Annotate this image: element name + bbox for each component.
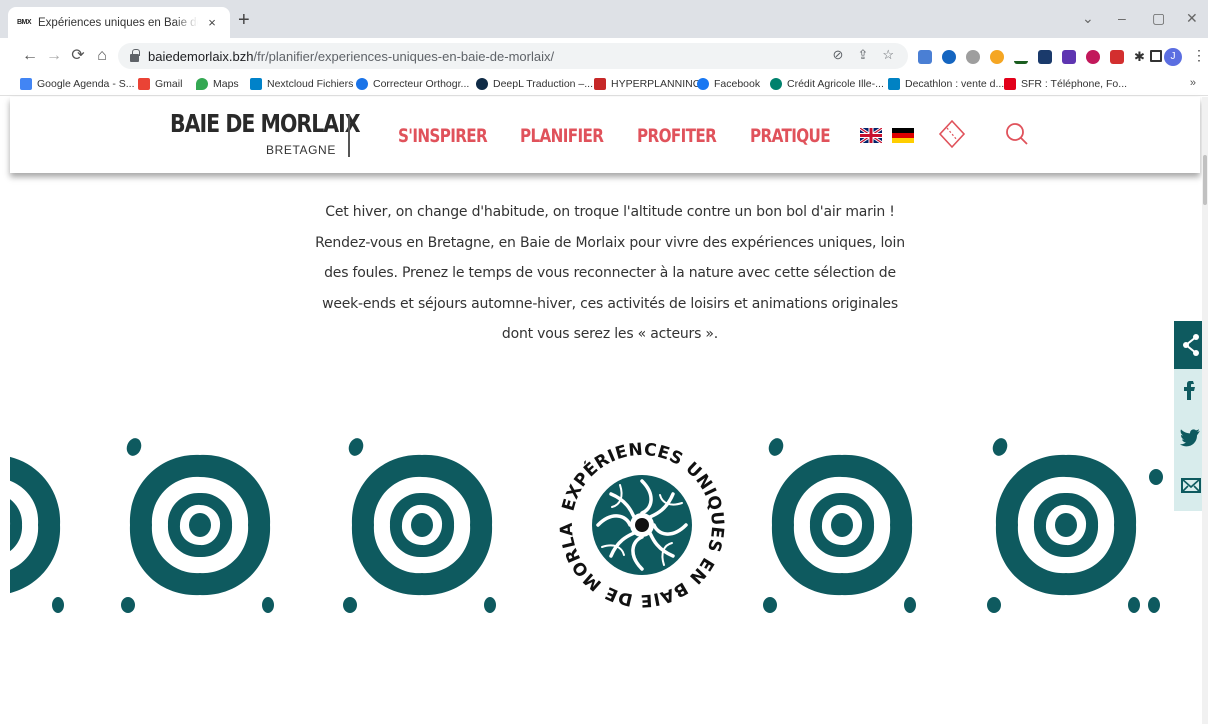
uk-flag-icon[interactable] (860, 128, 882, 143)
gmail-icon (138, 78, 150, 90)
intro-paragraph: Cet hiver, on change d'habitude, on troq… (300, 197, 920, 350)
scrollbar-thumb[interactable] (1203, 155, 1207, 205)
maximize-button[interactable]: ▢ (1152, 10, 1165, 27)
german-flag-icon[interactable] (892, 128, 914, 143)
bookmark-star-icon[interactable]: ☆ (882, 47, 894, 63)
new-tab-button[interactable]: + (238, 10, 250, 30)
intro-line: des foules. Prenez le temps de vous reco… (324, 265, 896, 281)
menu-icon[interactable]: ⋮ (1192, 47, 1206, 64)
signal-extension-icon[interactable] (1014, 50, 1028, 64)
bookmark-item[interactable]: HYPERPLANNING (594, 78, 701, 90)
nav-planifier[interactable]: PLANIFIER (520, 125, 604, 147)
bookmark-item[interactable]: DeepL Traduction –... (476, 78, 593, 90)
experiences-uniques-badge: EXPÉRIENCES UNIQUES EN BAIE DE MORLAIX (557, 440, 727, 611)
search-icon[interactable] (1004, 119, 1030, 154)
bookmark-item[interactable]: Facebook (697, 78, 760, 90)
reload-button[interactable]: ⟳ (68, 47, 88, 65)
back-button[interactable]: ← (20, 47, 40, 65)
bookmark-item[interactable]: SFR : Téléphone, Fo... (1004, 78, 1127, 90)
correcteur-icon (356, 78, 368, 90)
calendar-icon (20, 78, 32, 90)
nav-profiter[interactable]: PROFITER (637, 125, 717, 147)
minimize-button[interactable]: – (1118, 10, 1126, 26)
site-header: BAIE DE MORLAIX BRETAGNE S'INSPIRER PLAN… (10, 97, 1200, 173)
hyperplanning-icon (594, 78, 606, 90)
nextcloud-icon (250, 78, 262, 90)
bookmark-item[interactable]: Maps (196, 78, 239, 90)
facebook-icon (697, 78, 709, 90)
intro-line: Rendez-vous en Bretagne, en Baie de Morl… (315, 234, 905, 251)
bookmark-item[interactable]: Google Agenda - S... (20, 78, 134, 90)
browser-toolbar: ← → ⟳ ⌂ baiedemorlaix.bzh/fr/planifier/e… (0, 38, 1208, 74)
intro-line: week-ends et séjours automne-hiver, ces … (322, 295, 898, 312)
bookmarks-bar: Google Agenda - S... Gmail Maps Nextclou… (0, 74, 1208, 96)
bookmark-item[interactable]: Nextcloud Fichiers (250, 78, 353, 90)
close-window-button[interactable]: ✕ (1186, 10, 1198, 27)
nav-pratique[interactable]: PRATIQUE (750, 125, 831, 147)
bookmark-item[interactable]: Correcteur Orthogr... (356, 78, 469, 90)
sfr-icon (1004, 78, 1016, 90)
close-tab-icon[interactable]: × (204, 15, 220, 30)
extension-icon[interactable] (990, 50, 1004, 64)
share-page-icon[interactable]: ⇪ (857, 47, 868, 63)
profile-avatar[interactable]: J (1164, 48, 1182, 66)
address-bar[interactable]: baiedemorlaix.bzh/fr/planifier/experienc… (118, 43, 908, 69)
site-logo[interactable]: BAIE DE MORLAIX BRETAGNE (170, 109, 361, 157)
lock-icon[interactable] (130, 48, 140, 62)
url-text: baiedemorlaix.bzh/fr/planifier/experienc… (148, 48, 555, 64)
bookmark-item[interactable]: Decathlon : vente d... (888, 78, 1004, 90)
credit-agricole-icon (770, 78, 782, 90)
forward-button[interactable]: → (44, 47, 64, 65)
site-favicon-icon: BMX (16, 19, 32, 26)
extension-icon[interactable] (1086, 50, 1100, 64)
extension-icon[interactable] (1038, 50, 1052, 64)
tracking-icon[interactable]: ⊘ (833, 47, 844, 63)
extension-icon[interactable] (1062, 50, 1076, 64)
extension-icon[interactable] (918, 50, 932, 64)
pdf-extension-icon[interactable] (1110, 50, 1124, 64)
browser-tab[interactable]: BMX Expériences uniques en Baie de M × (8, 7, 230, 38)
bookmark-item[interactable]: Crédit Agricole Ille-... (770, 78, 884, 90)
logo-sub-text: BRETAGNE (266, 143, 336, 157)
extension-icon[interactable] (966, 50, 980, 64)
intro-line: Cet hiver, on change d'habitude, on troq… (325, 204, 895, 220)
tab-search-icon[interactable]: ⌄ (1082, 10, 1094, 27)
puzzle-icon[interactable]: ✱ (1134, 50, 1148, 64)
deepl-icon (476, 78, 488, 90)
logo-divider (348, 115, 350, 157)
maps-icon (196, 78, 208, 90)
nav-sinspirer[interactable]: S'INSPIRER (398, 125, 488, 147)
home-button[interactable]: ⌂ (92, 47, 112, 65)
browser-tab-strip: BMX Expériences uniques en Baie de M × +… (0, 0, 1208, 38)
decorative-motif-banner: EXPÉRIENCES UNIQUES EN BAIE DE MORLAIX (10, 425, 1174, 635)
ticket-icon[interactable] (938, 119, 966, 154)
intro-line: dont vous serez les « acteurs ». (501, 326, 719, 342)
side-panel-icon[interactable] (1150, 50, 1162, 62)
extension-icon[interactable] (942, 50, 956, 64)
bookmark-item[interactable]: Gmail (138, 78, 182, 90)
logo-main-text: BAIE DE MORLAIX (170, 109, 361, 138)
decathlon-icon (888, 78, 900, 90)
more-bookmarks-button[interactable]: » (1190, 77, 1196, 89)
tab-title: Expériences uniques en Baie de M (38, 16, 198, 29)
